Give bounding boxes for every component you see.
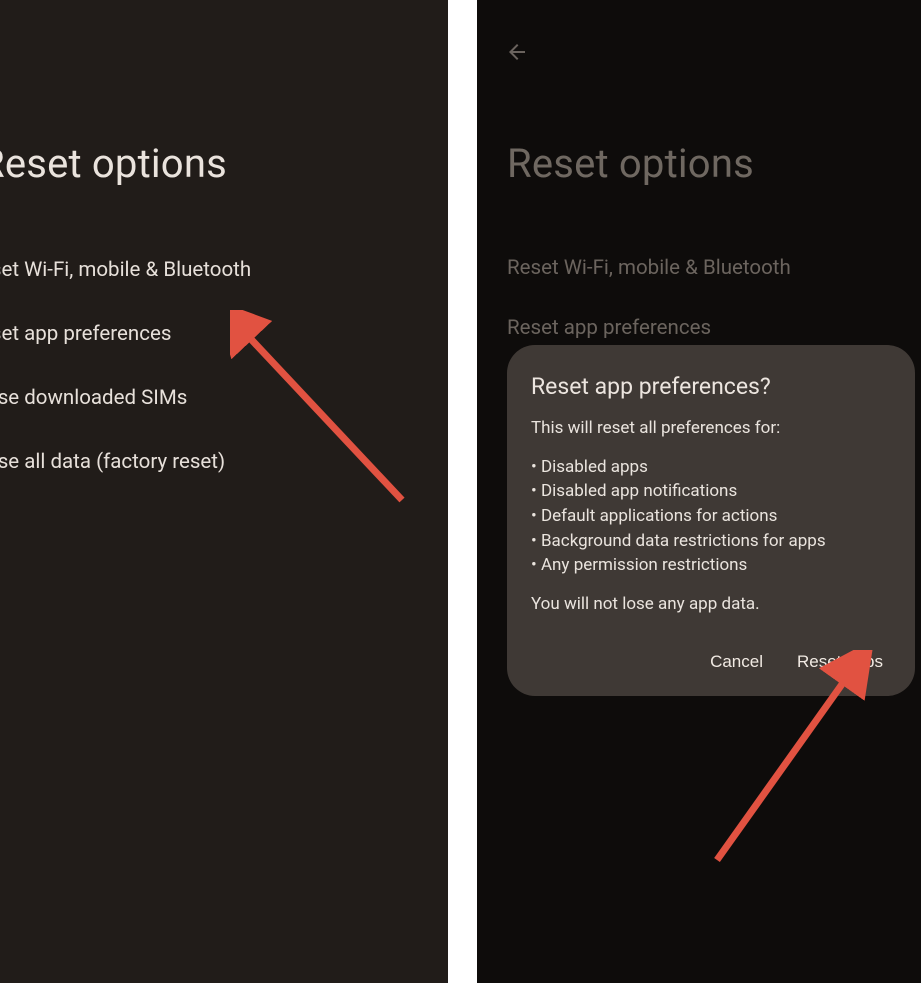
- option-erase-all-data[interactable]: rase all data (factory reset): [0, 430, 448, 494]
- dialog-title: Reset app preferences?: [531, 373, 891, 400]
- cancel-button[interactable]: Cancel: [706, 642, 767, 682]
- option-erase-sims[interactable]: rase downloaded SIMs: [0, 366, 448, 430]
- page-title: Reset options: [0, 140, 227, 187]
- bullet-permission: • Any permission restrictions: [531, 553, 891, 578]
- dialog-footer: You will not lose any app data.: [531, 592, 891, 617]
- reset-apps-button[interactable]: Reset apps: [793, 642, 887, 682]
- phone-screen-right: Reset options Reset Wi-Fi, mobile & Blue…: [477, 0, 921, 983]
- option-reset-wifi[interactable]: eset Wi-Fi, mobile & Bluetooth: [0, 238, 448, 302]
- bullet-disabled-notifications: • Disabled app notifications: [531, 479, 891, 504]
- dialog-actions: Cancel Reset apps: [531, 642, 891, 682]
- dialog-bullets: • Disabled apps • Disabled app notificat…: [531, 455, 891, 578]
- option-reset-app-prefs[interactable]: eset app preferences: [0, 302, 448, 366]
- bullet-disabled-apps: • Disabled apps: [531, 455, 891, 480]
- bullet-bg-data: • Background data restrictions for apps: [531, 529, 891, 554]
- bullet-default-apps: • Default applications for actions: [531, 504, 891, 529]
- reset-app-prefs-dialog: Reset app preferences? This will reset a…: [507, 345, 915, 696]
- reset-options-list: eset Wi-Fi, mobile & Bluetooth eset app …: [0, 238, 448, 494]
- phone-screen-left: Reset options eset Wi-Fi, mobile & Bluet…: [0, 0, 448, 983]
- dialog-intro: This will reset all preferences for:: [531, 416, 891, 441]
